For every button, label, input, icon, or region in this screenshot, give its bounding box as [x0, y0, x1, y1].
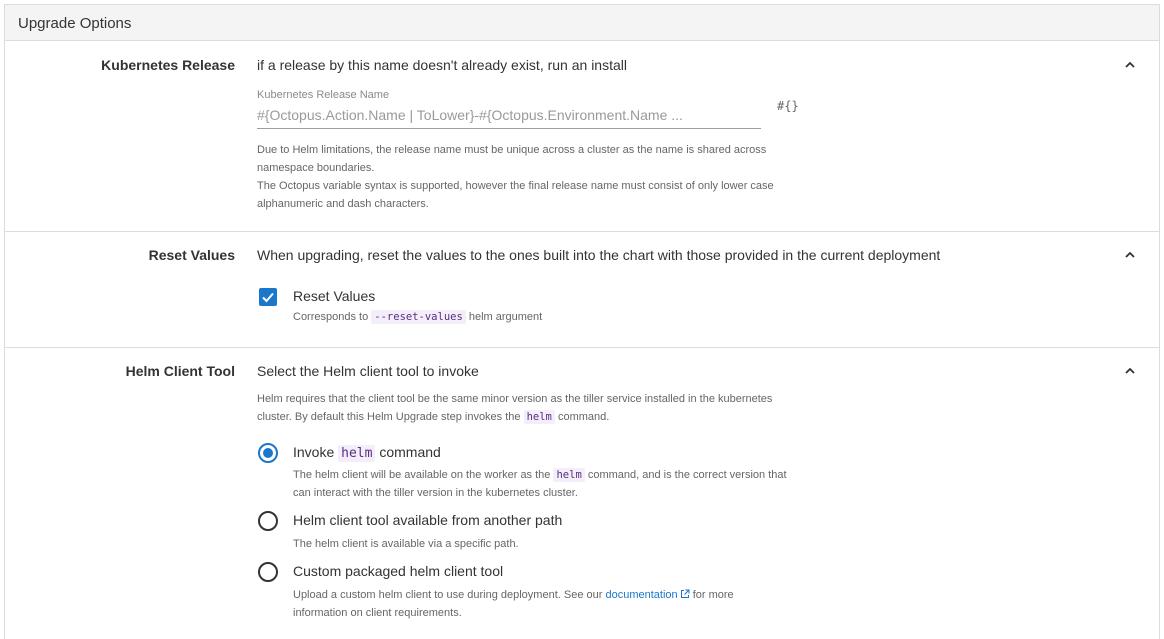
option-text: command: [379, 444, 441, 460]
release-name-field-label: Kubernetes Release Name: [257, 89, 390, 101]
hint-suffix: helm argument: [468, 311, 543, 323]
invoke-helm-label[interactable]: Invoke helm command: [293, 444, 441, 462]
radio-dot: [263, 448, 273, 458]
desc-text: Upload a custom helm client to use durin…: [293, 589, 603, 601]
kubernetes-release-label: Kubernetes Release: [101, 57, 235, 73]
release-name-input[interactable]: #{Octopus.Action.Name | ToLower}-#{Octop…: [257, 101, 761, 129]
help-line: Helm requires that the client tool be th…: [257, 393, 773, 405]
custom-packaged-radio[interactable]: [258, 562, 278, 582]
helm-code: helm: [553, 468, 585, 482]
kubernetes-release-summary: if a release by this name doesn't alread…: [257, 57, 627, 73]
chevron-up-icon[interactable]: [1123, 364, 1137, 378]
helm-client-tool-label: Helm Client Tool: [125, 363, 235, 379]
help-line: cluster. By default this Helm Upgrade st…: [257, 408, 817, 426]
another-path-radio[interactable]: [258, 511, 278, 531]
desc-text: command, and is the correct version that: [587, 469, 787, 481]
help-text: cluster. By default this Helm Upgrade st…: [257, 411, 521, 423]
desc-line: can interact with the tiller version in …: [293, 487, 578, 499]
checkmark-icon: [262, 292, 274, 303]
release-name-help: Due to Helm limitations, the release nam…: [257, 141, 817, 213]
help-line: The Octopus variable syntax is supported…: [257, 180, 774, 192]
invoke-helm-radio[interactable]: [258, 443, 278, 463]
help-line: Due to Helm limitations, the release nam…: [257, 144, 767, 156]
panel-title: Upgrade Options: [18, 15, 132, 32]
hint-prefix: Corresponds to: [293, 311, 369, 323]
helm-code: helm: [523, 410, 555, 424]
desc-text: for more: [692, 589, 734, 601]
reset-values-hint: Corresponds to --reset-values helm argum…: [293, 308, 542, 326]
help-line: alphanumeric and dash characters.: [257, 198, 429, 210]
reset-values-code: --reset-values: [371, 310, 466, 324]
helm-client-tool-help: Helm requires that the client tool be th…: [257, 390, 817, 426]
desc-line: information on client requirements.: [293, 607, 462, 619]
invoke-helm-desc: The helm client will be available on the…: [293, 466, 813, 502]
help-line: namespace boundaries.: [257, 162, 375, 174]
desc-line: Upload a custom helm client to use durin…: [293, 586, 813, 604]
help-text: command.: [557, 411, 610, 423]
reset-values-summary: When upgrading, reset the values to the …: [257, 247, 941, 263]
reset-values-section: Reset Values When upgrading, reset the v…: [5, 232, 1159, 348]
panel-header: Upgrade Options: [5, 5, 1159, 41]
desc-line: The helm client will be available on the…: [293, 466, 813, 484]
reset-values-checkbox-label[interactable]: Reset Values: [293, 288, 375, 304]
custom-packaged-desc: Upload a custom helm client to use durin…: [293, 586, 813, 622]
reset-values-label: Reset Values: [148, 247, 235, 263]
insert-variable-button[interactable]: #{}: [777, 99, 799, 113]
helm-code: helm: [338, 445, 376, 462]
custom-packaged-label[interactable]: Custom packaged helm client tool: [293, 563, 503, 579]
upgrade-options-panel: Upgrade Options Kubernetes Release if a …: [4, 4, 1160, 639]
documentation-link[interactable]: documentation: [605, 589, 677, 601]
external-link-icon[interactable]: [680, 589, 690, 599]
chevron-up-icon[interactable]: [1123, 248, 1137, 262]
chevron-up-icon[interactable]: [1123, 58, 1137, 72]
another-path-desc: The helm client is available via a speci…: [293, 538, 519, 550]
kubernetes-release-section: Kubernetes Release if a release by this …: [5, 41, 1159, 232]
desc-text: The helm client will be available on the…: [293, 469, 551, 481]
helm-client-tool-summary: Select the Helm client tool to invoke: [257, 363, 479, 379]
helm-client-tool-section: Helm Client Tool Select the Helm client …: [5, 348, 1159, 639]
option-text: Invoke: [293, 444, 335, 460]
reset-values-checkbox[interactable]: [259, 288, 277, 306]
another-path-label[interactable]: Helm client tool available from another …: [293, 512, 562, 528]
